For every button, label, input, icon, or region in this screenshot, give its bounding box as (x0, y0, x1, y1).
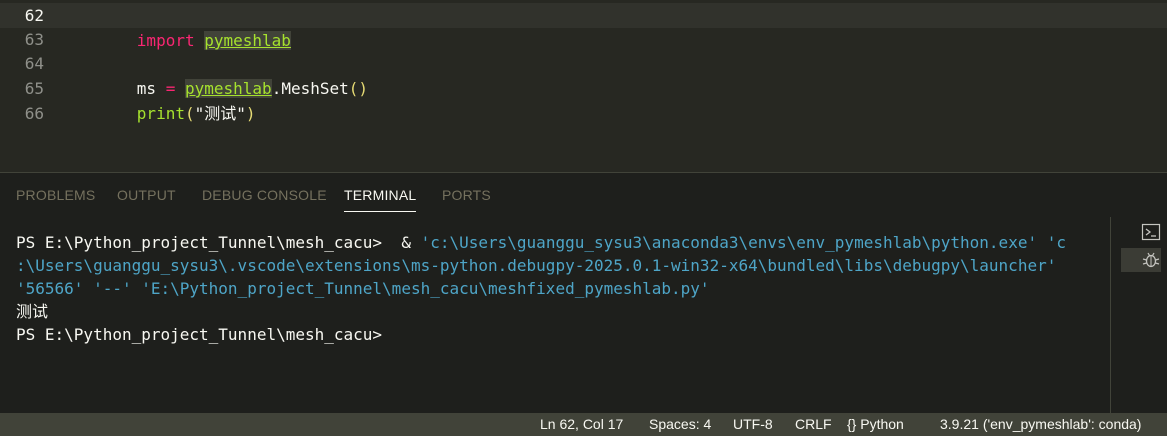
line-number: 64 (24, 54, 44, 73)
tab-terminal[interactable]: TERMINAL (344, 187, 417, 212)
cursor-position[interactable]: Ln 62, Col 17 (540, 413, 623, 436)
code-line-65[interactable]: 65 print("测试") (0, 76, 1167, 123)
line-ending[interactable]: CRLF (795, 413, 832, 436)
terminal-icon (1141, 223, 1161, 241)
tab-output[interactable]: OUTPUT (117, 187, 176, 203)
file-encoding[interactable]: UTF-8 (733, 413, 773, 436)
terminal-line: PS E:\Python_project_Tunnel\mesh_cacu> &… (16, 231, 1066, 254)
panel-tabs: PROBLEMS OUTPUT DEBUG CONSOLE TERMINAL P… (0, 173, 1110, 217)
debug-icon (1142, 252, 1160, 268)
terminal-list-item[interactable] (1121, 220, 1161, 244)
braces-icon: {} (847, 416, 857, 432)
code-line-63[interactable]: 63 (0, 27, 1167, 52)
terminal-line: 测试 (16, 302, 49, 321)
tab-problems[interactable]: PROBLEMS (16, 187, 95, 203)
tab-debug-console[interactable]: DEBUG CONSOLE (202, 187, 327, 203)
line-number: 63 (24, 30, 44, 49)
terminal-prompt: PS E:\Python_project_Tunnel\mesh_cacu> (16, 325, 383, 344)
bottom-panel: PROBLEMS OUTPUT DEBUG CONSOLE TERMINAL P… (0, 172, 1167, 414)
line-number: 65 (24, 79, 44, 98)
terminal-output[interactable]: PS E:\Python_project_Tunnel\mesh_cacu> &… (0, 223, 1110, 413)
language-label: Python (860, 416, 904, 432)
terminal-prompt: PS E:\Python_project_Tunnel\mesh_cacu> (16, 233, 383, 252)
language-mode[interactable]: {} Python (847, 413, 904, 436)
terminal-line: :\Users\guanggu_sysu3\.vscode\extensions… (16, 256, 1057, 275)
terminal-list-item-active[interactable] (1121, 248, 1161, 272)
code-line-66[interactable]: 66 (0, 101, 1167, 126)
code-line-64[interactable]: 64 ms = pymeshlab.MeshSet() (0, 51, 1167, 98)
terminal-line: '56566' '--' 'E:\Python_project_Tunnel\m… (16, 279, 710, 298)
terminal-list (1110, 217, 1167, 413)
code-editor[interactable]: 62 import pymeshlab 63 64 ms = pymeshlab… (0, 0, 1167, 172)
python-interpreter[interactable]: 3.9.21 ('env_pymeshlab': conda) (940, 413, 1141, 436)
command-args: 'c:\Users\guanggu_sysu3\anaconda3\envs\e… (410, 233, 1066, 252)
tab-ports[interactable]: PORTS (442, 187, 491, 203)
indentation[interactable]: Spaces: 4 (649, 413, 711, 436)
line-number: 62 (24, 6, 44, 25)
line-number: 66 (24, 104, 44, 123)
code-line-62[interactable]: 62 import pymeshlab (0, 3, 1167, 50)
call-operator: & (382, 233, 411, 252)
status-bar: Ln 62, Col 17 Spaces: 4 UTF-8 CRLF {} Py… (0, 413, 1167, 436)
